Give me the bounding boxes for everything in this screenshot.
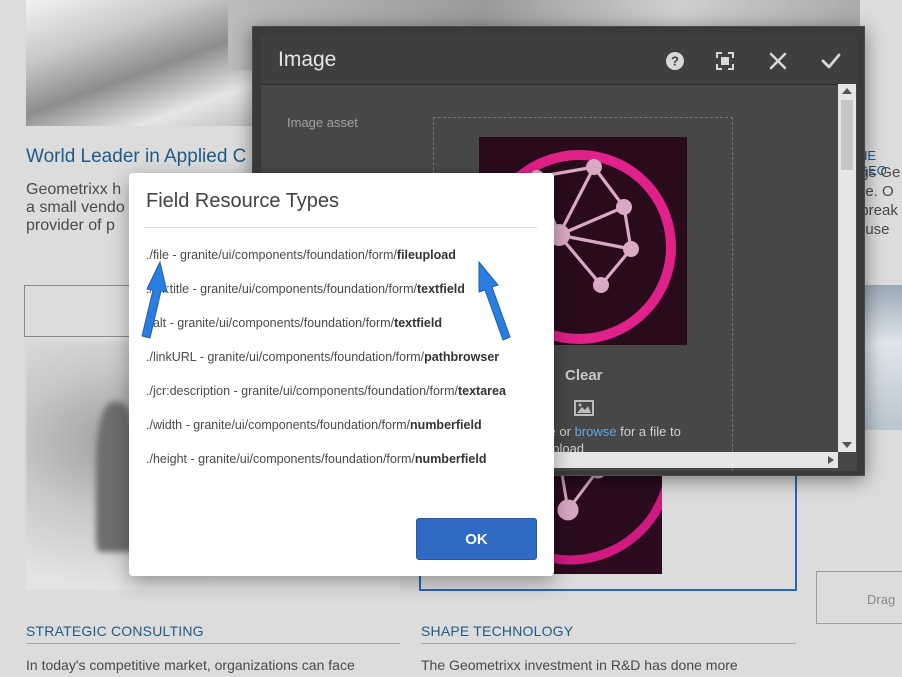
close-button[interactable] <box>764 47 792 75</box>
field-row-title: ./jcr:title - granite/ui/components/foun… <box>146 282 465 296</box>
section-text-shape: The Geometrixx investment in R&D has don… <box>421 657 738 673</box>
section-title-strategic-consulting[interactable]: STRATEGIC CONSULTING <box>26 623 204 639</box>
scroll-up-arrow[interactable] <box>842 88 852 94</box>
vertical-scrollbar[interactable] <box>838 84 856 452</box>
close-icon <box>769 52 787 70</box>
image-dialog-title: Image <box>278 48 337 71</box>
field-row-linkurl: ./linkURL - granite/ui/components/founda… <box>146 350 500 364</box>
help-button[interactable]: ? <box>661 47 689 75</box>
clear-button[interactable]: Clear <box>565 367 603 384</box>
hero-photo <box>26 0 254 126</box>
field-row-description: ./jcr:description - granite/ui/component… <box>146 384 506 398</box>
article-heading[interactable]: World Leader in Applied C <box>26 146 246 168</box>
section-divider <box>421 643 796 644</box>
browse-link[interactable]: browse <box>575 424 617 439</box>
article-excerpt: Geometrixx h a small vendo provider of p <box>26 181 125 234</box>
checkmark-icon <box>821 53 841 69</box>
scroll-down-arrow[interactable] <box>842 442 852 448</box>
fullscreen-icon <box>716 52 734 70</box>
section-divider <box>26 643 400 644</box>
image-dialog-header: Image ? <box>261 35 857 85</box>
help-icon: ? <box>666 52 684 70</box>
field-row-file: ./file - granite/ui/components/foundatio… <box>146 248 456 262</box>
scrollbar-thumb[interactable] <box>841 100 853 170</box>
section-title-shape-technology[interactable]: SHAPE TECHNOLOGY <box>421 623 573 639</box>
ok-button[interactable]: OK <box>416 518 537 560</box>
field-row-alt: ./alt - granite/ui/components/foundation… <box>146 316 442 330</box>
image-placeholder-icon <box>573 399 595 422</box>
image-asset-label: Image asset <box>287 115 358 130</box>
dialog-title: Field Resource Types <box>146 190 340 212</box>
title-divider <box>144 227 537 228</box>
field-row-height: ./height - granite/ui/components/foundat… <box>146 452 487 466</box>
svg-text:?: ? <box>671 54 679 69</box>
field-row-width: ./width - granite/ui/components/foundati… <box>146 418 482 432</box>
done-button[interactable] <box>817 47 845 75</box>
drag-drop-placeholder[interactable]: Drag <box>816 571 902 624</box>
section-text-strategic: In today's competitive market, organizat… <box>26 657 355 673</box>
scroll-right-arrow[interactable] <box>828 456 834 464</box>
field-resource-types-dialog: Field Resource Types ./file - granite/ui… <box>129 173 554 576</box>
fullscreen-button[interactable] <box>711 47 739 75</box>
